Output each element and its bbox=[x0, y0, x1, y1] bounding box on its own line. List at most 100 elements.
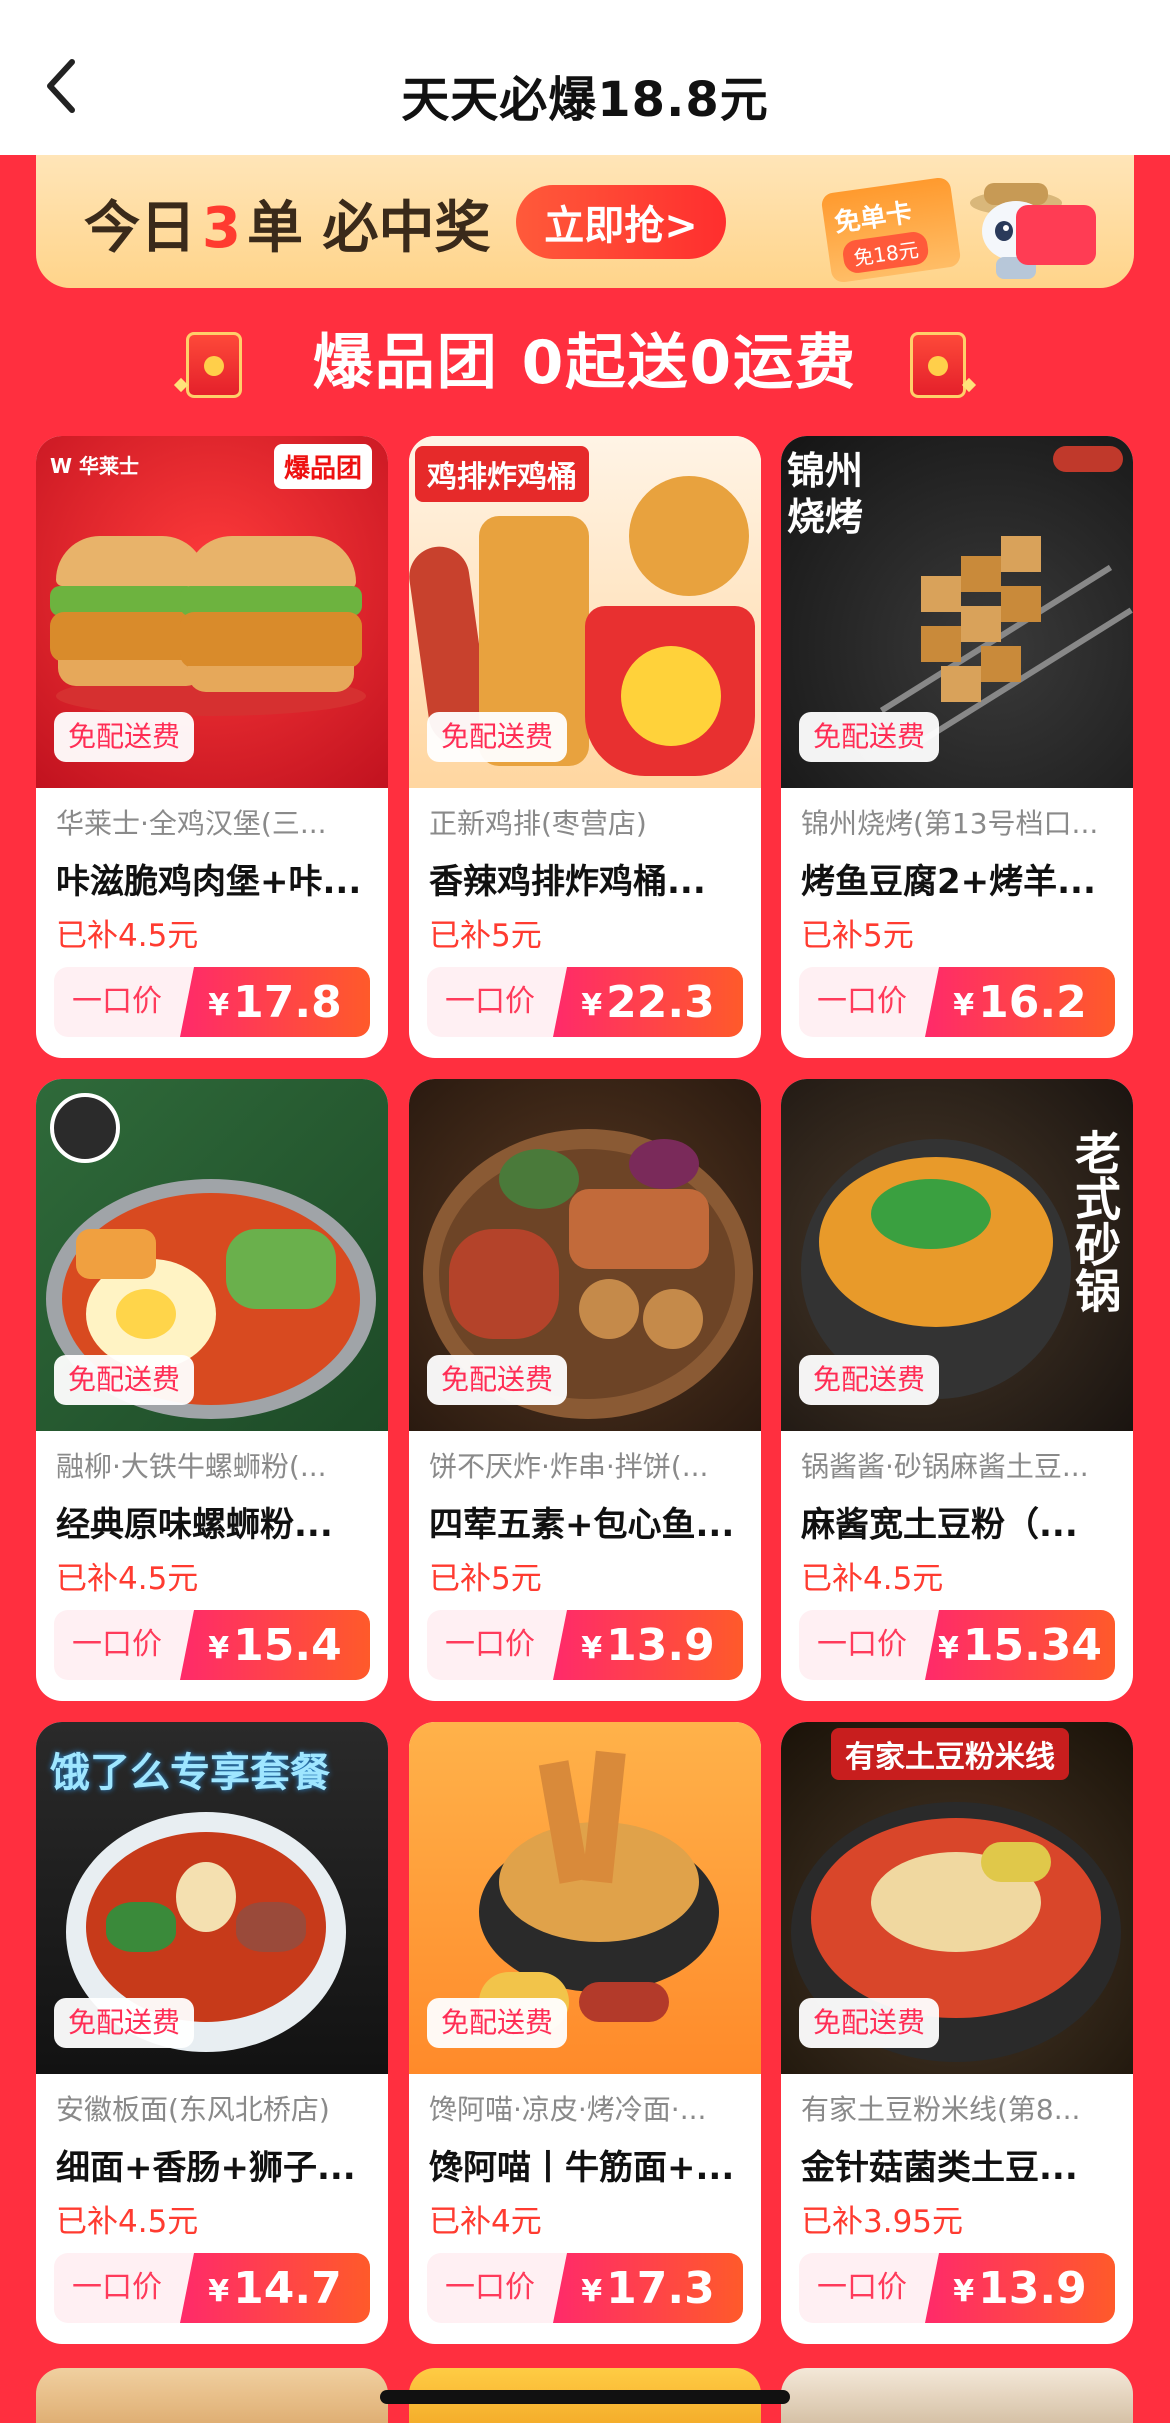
subsidy-text: 已补4.5元 bbox=[801, 1561, 944, 1597]
product-name: 烤鱼豆腐2+烤羊... bbox=[801, 862, 1096, 902]
promo-banner[interactable]: 今日 3 单 必中奖 立即抢> 免单卡 免18元 bbox=[36, 155, 1134, 288]
image-tag: 有家土豆粉米线 bbox=[831, 1728, 1069, 1780]
price-bar[interactable]: 一口价 ¥15.4 bbox=[54, 1610, 370, 1680]
price-label: 一口价 bbox=[445, 984, 535, 1019]
currency-symbol: ¥ bbox=[581, 1630, 603, 1666]
product-card[interactable]: W 华莱士 爆品团 免配送费 华莱士·全鸡汉堡(三... 咔滋脆鸡肉堡+咔...… bbox=[36, 436, 388, 1058]
product-card[interactable]: 有家土豆粉米线 免配送费 有家土豆粉米线(第8... 金针菇菌类土豆... 已补… bbox=[781, 1722, 1133, 2344]
price-label: 一口价 bbox=[817, 1627, 907, 1662]
product-card-partial[interactable] bbox=[36, 2368, 388, 2423]
price-bar[interactable]: 一口价 ¥14.7 bbox=[54, 2253, 370, 2323]
brand-logo: W 华莱士 bbox=[50, 454, 140, 478]
price-bar[interactable]: 一口价 ¥13.9 bbox=[427, 1610, 743, 1680]
free-delivery-badge: 免配送费 bbox=[54, 1998, 195, 2048]
price-bar[interactable]: 一口价 ¥15.34 bbox=[799, 1610, 1115, 1680]
shop-name: 正新鸡排(枣营店) bbox=[429, 807, 647, 840]
brand-logo-icon bbox=[50, 1093, 120, 1163]
free-delivery-badge: 免配送费 bbox=[427, 712, 568, 762]
product-card[interactable]: 免配送费 饼不厌炸·炸串·拌饼(... 四荤五素+包心鱼... 已补5元 一口价… bbox=[409, 1079, 761, 1701]
price-value: 13.9 bbox=[606, 1619, 715, 1671]
currency-symbol: ¥ bbox=[581, 987, 603, 1023]
price-bar[interactable]: 一口价 ¥22.3 bbox=[427, 967, 743, 1037]
shop-name: 安徽板面(东风北桥店) bbox=[56, 2093, 330, 2126]
subsidy-text: 已补3.95元 bbox=[801, 2204, 964, 2240]
product-card[interactable]: 锦州烧烤 免配送费 锦州烧烤(第13号档口... 烤鱼豆腐2+烤羊... 已补5… bbox=[781, 436, 1133, 1058]
free-delivery-badge: 免配送费 bbox=[799, 712, 940, 762]
price-value: 15.4 bbox=[233, 1619, 342, 1671]
subsidy-text: 已补4.5元 bbox=[56, 918, 199, 954]
price-label: 一口价 bbox=[445, 1627, 535, 1662]
image-tag: 鸡排炸鸡桶 bbox=[415, 446, 589, 502]
product-card[interactable]: 饿了么专享套餐 免配送费 安徽板面(东风北桥店) 细面+香肠+狮子... 已补4… bbox=[36, 1722, 388, 2344]
grab-now-button[interactable]: 立即抢> bbox=[516, 185, 726, 259]
shop-name: 馋阿喵·凉皮·烤冷面·... bbox=[429, 2093, 707, 2126]
subsidy-text: 已补4.5元 bbox=[56, 2204, 199, 2240]
subsidy-text: 已补4元 bbox=[429, 2204, 542, 2240]
product-name: 咔滋脆鸡肉堡+咔... bbox=[56, 862, 362, 902]
free-order-card: 免单卡 免18元 bbox=[806, 165, 1106, 288]
product-name: 四荤五素+包心鱼... bbox=[429, 1505, 735, 1545]
shop-name: 锦州烧烤(第13号档口... bbox=[801, 807, 1099, 840]
price-label: 一口价 bbox=[72, 2270, 162, 2305]
price-bar[interactable]: 一口价 ¥13.9 bbox=[799, 2253, 1115, 2323]
free-delivery-badge: 免配送费 bbox=[54, 712, 195, 762]
shop-name: 饼不厌炸·炸串·拌饼(... bbox=[429, 1450, 709, 1483]
shop-name: 锅酱酱·砂锅麻酱土豆... bbox=[801, 1450, 1089, 1483]
gift-box-icon bbox=[1016, 205, 1096, 265]
subsidy-text: 已补5元 bbox=[429, 918, 542, 954]
price-value: 14.7 bbox=[233, 2262, 342, 2314]
product-card[interactable]: 免配送费 融柳·大铁牛螺蛳粉(... 经典原味螺蛳粉... 已补4.5元 一口价… bbox=[36, 1079, 388, 1701]
currency-symbol: ¥ bbox=[208, 987, 230, 1023]
subsidy-text: 已补4.5元 bbox=[56, 1561, 199, 1597]
currency-symbol: ¥ bbox=[953, 2273, 975, 2309]
product-card[interactable]: 免配送费 馋阿喵·凉皮·烤冷面·... 馋阿喵丨牛筋面+... 已补4元 一口价… bbox=[409, 1722, 761, 2344]
free-delivery-badge: 免配送费 bbox=[427, 1998, 568, 2048]
price-label: 一口价 bbox=[817, 984, 907, 1019]
image-tag: 老式砂锅 bbox=[1068, 1129, 1122, 1313]
section-header: 爆品团 0起送0运费 bbox=[0, 318, 1170, 408]
product-card-partial[interactable] bbox=[781, 2368, 1133, 2423]
product-name: 经典原味螺蛳粉... bbox=[56, 1505, 333, 1545]
price-value: 22.3 bbox=[606, 976, 715, 1028]
product-name: 香辣鸡排炸鸡桶... bbox=[429, 862, 706, 902]
price-value: 13.9 bbox=[978, 2262, 1087, 2314]
image-tag: 锦州烧烤 bbox=[787, 449, 864, 539]
currency-symbol: ¥ bbox=[208, 2273, 230, 2309]
currency-symbol: ¥ bbox=[208, 1630, 230, 1666]
price-value: 15.34 bbox=[962, 1619, 1103, 1671]
subsidy-text: 已补5元 bbox=[801, 918, 914, 954]
free-delivery-badge: 免配送费 bbox=[799, 1998, 940, 2048]
currency-symbol: ¥ bbox=[937, 1630, 959, 1666]
free-delivery-badge: 免配送费 bbox=[54, 1355, 195, 1405]
price-label: 一口价 bbox=[72, 1627, 162, 1662]
price-value: 17.8 bbox=[233, 976, 342, 1028]
free-delivery-badge: 免配送费 bbox=[427, 1355, 568, 1405]
red-envelope-icon bbox=[900, 320, 977, 408]
promo-text: 今日 3 单 必中奖 bbox=[84, 196, 491, 261]
price-value: 17.3 bbox=[606, 2262, 715, 2314]
price-bar[interactable]: 一口价 ¥16.2 bbox=[799, 967, 1115, 1037]
price-label: 一口价 bbox=[817, 2270, 907, 2305]
product-name: 金针菇菌类土豆... bbox=[801, 2148, 1078, 2188]
product-grid: W 华莱士 爆品团 免配送费 华莱士·全鸡汉堡(三... 咔滋脆鸡肉堡+咔...… bbox=[36, 436, 1136, 2423]
price-value: 16.2 bbox=[978, 976, 1087, 1028]
free-order-ticket: 免单卡 免18元 bbox=[820, 176, 962, 284]
price-label: 一口价 bbox=[72, 984, 162, 1019]
image-tag: 爆品团 bbox=[273, 444, 372, 489]
top-bar: 天天必爆18.8元 bbox=[0, 0, 1170, 155]
product-card[interactable]: 老式砂锅 免配送费 锅酱酱·砂锅麻酱土豆... 麻酱宽土豆粉（... 已补4.5… bbox=[781, 1079, 1133, 1701]
currency-symbol: ¥ bbox=[953, 987, 975, 1023]
free-delivery-badge: 免配送费 bbox=[799, 1355, 940, 1405]
currency-symbol: ¥ bbox=[581, 2273, 603, 2309]
section-title: 爆品团 0起送0运费 bbox=[312, 328, 858, 398]
product-name: 麻酱宽土豆粉（... bbox=[801, 1505, 1078, 1545]
subsidy-text: 已补5元 bbox=[429, 1561, 542, 1597]
product-name: 细面+香肠+狮子... bbox=[56, 2148, 356, 2188]
price-bar[interactable]: 一口价 ¥17.8 bbox=[54, 967, 370, 1037]
price-label: 一口价 bbox=[445, 2270, 535, 2305]
image-tag: 饿了么专享套餐 bbox=[50, 1750, 330, 1796]
price-bar[interactable]: 一口价 ¥17.3 bbox=[427, 2253, 743, 2323]
home-indicator[interactable] bbox=[380, 2390, 790, 2404]
shop-name: 融柳·大铁牛螺蛳粉(... bbox=[56, 1450, 327, 1483]
product-card[interactable]: 鸡排炸鸡桶 免配送费 正新鸡排(枣营店) 香辣鸡排炸鸡桶... 已补5元 一口价… bbox=[409, 436, 761, 1058]
